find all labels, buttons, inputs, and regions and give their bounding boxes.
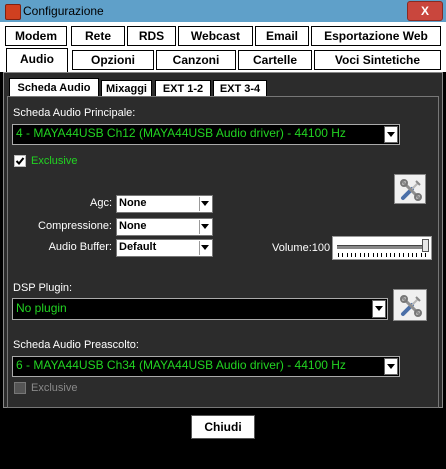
dsp-plugin-label: DSP Plugin: xyxy=(13,282,73,294)
audio-buffer-label: Audio Buffer: xyxy=(48,241,112,253)
main-device-settings-button[interactable] xyxy=(394,174,426,204)
wrench-screwdriver-icon xyxy=(400,179,422,201)
subtab-ext-3-4[interactable]: EXT 3-4 xyxy=(213,80,267,97)
audio-buffer-value: Default xyxy=(119,241,157,253)
preview-exclusive-label: Exclusive xyxy=(31,382,78,394)
audio-buffer-select[interactable]: Default xyxy=(116,239,213,257)
dsp-plugin-select[interactable]: No plugin xyxy=(12,298,388,320)
chevron-down-icon[interactable] xyxy=(372,300,386,318)
volume-label: Volume:100 xyxy=(272,242,331,254)
agc-label: Agc: xyxy=(89,197,112,209)
volume-slider[interactable] xyxy=(332,236,432,260)
preview-device-label: Scheda Audio Preascolto: xyxy=(13,339,139,351)
dsp-plugin-settings-button[interactable] xyxy=(393,289,427,321)
tab-email[interactable]: Email xyxy=(255,26,309,46)
subtab-scheda-audio[interactable]: Scheda Audio xyxy=(9,78,99,98)
chevron-down-icon[interactable] xyxy=(384,358,398,375)
preview-device-value: 6 - MAYA44USB Ch34 (MAYA44USB Audio driv… xyxy=(16,358,346,372)
chevron-down-icon[interactable] xyxy=(199,241,211,255)
compression-select[interactable]: None xyxy=(116,218,213,236)
subtab-ext-1-2[interactable]: EXT 1-2 xyxy=(155,80,211,97)
checkmark-icon xyxy=(15,157,25,165)
dsp-plugin-value: No plugin xyxy=(16,301,67,315)
app-icon xyxy=(5,4,21,20)
main-device-label: Scheda Audio Principale: xyxy=(13,107,136,119)
config-window: Configurazione X Modem Rete RDS Webcast … xyxy=(0,0,446,469)
tab-esportazione-web[interactable]: Esportazione Web xyxy=(311,26,441,46)
window-title: Configurazione xyxy=(23,4,104,18)
volume-slider-ticks xyxy=(338,253,426,257)
tab-voci-sintetiche[interactable]: Voci Sintetiche xyxy=(314,50,441,70)
tab-webcast[interactable]: Webcast xyxy=(178,26,253,46)
compression-value: None xyxy=(119,220,147,232)
main-device-value: 4 - MAYA44USB Ch12 (MAYA44USB Audio driv… xyxy=(16,126,346,140)
close-window-button[interactable]: X xyxy=(407,1,443,21)
preview-device-select[interactable]: 6 - MAYA44USB Ch34 (MAYA44USB Audio driv… xyxy=(12,356,400,377)
exclusive-checkbox[interactable] xyxy=(14,155,26,167)
volume-slider-track xyxy=(337,245,427,249)
chevron-down-icon[interactable] xyxy=(199,197,211,211)
main-tabs: Modem Rete RDS Webcast Email Esportazion… xyxy=(0,22,446,72)
wrench-screwdriver-icon xyxy=(400,295,422,317)
tab-rete[interactable]: Rete xyxy=(71,26,125,46)
chevron-down-icon[interactable] xyxy=(199,220,211,234)
tab-canzoni[interactable]: Canzoni xyxy=(156,50,236,70)
main-device-select[interactable]: 4 - MAYA44USB Ch12 (MAYA44USB Audio driv… xyxy=(12,124,400,145)
tab-modem[interactable]: Modem xyxy=(5,26,67,46)
tab-cartelle[interactable]: Cartelle xyxy=(238,50,312,70)
chevron-down-icon[interactable] xyxy=(384,126,398,143)
close-button[interactable]: Chiudi xyxy=(191,415,255,439)
agc-value: None xyxy=(119,197,147,209)
tab-audio[interactable]: Audio xyxy=(6,48,68,72)
title-bar[interactable]: Configurazione X xyxy=(0,0,446,22)
agc-select[interactable]: None xyxy=(116,195,213,213)
volume-slider-thumb[interactable] xyxy=(422,239,429,252)
tab-rds[interactable]: RDS xyxy=(127,26,176,46)
exclusive-label: Exclusive xyxy=(31,155,78,167)
compression-label: Compressione: xyxy=(38,220,112,232)
subtab-mixaggi[interactable]: Mixaggi xyxy=(101,80,152,97)
tab-opzioni[interactable]: Opzioni xyxy=(72,50,154,70)
preview-exclusive-checkbox[interactable] xyxy=(14,382,26,394)
